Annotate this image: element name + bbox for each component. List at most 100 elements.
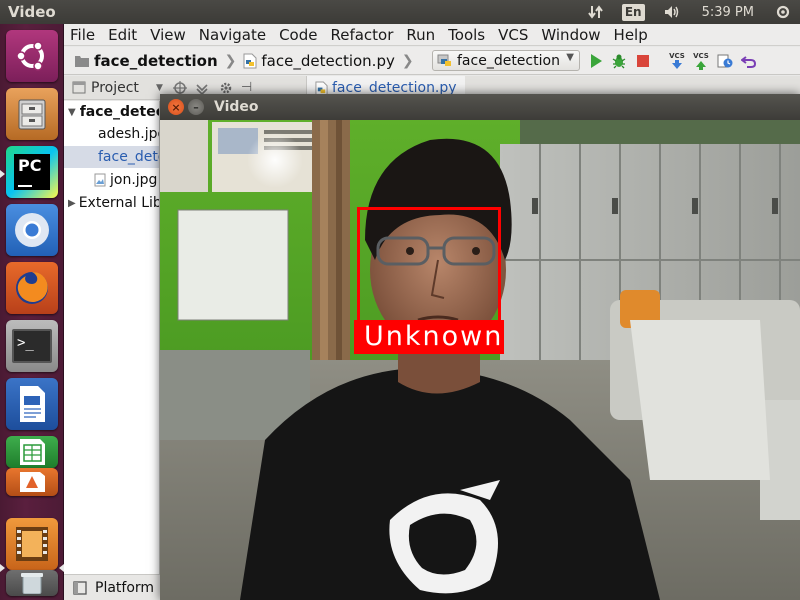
close-icon: × (171, 100, 181, 114)
network-indicator[interactable] (579, 0, 613, 24)
libreoffice-impress-icon (20, 472, 45, 492)
menu-run[interactable]: Run (400, 26, 442, 44)
tree-file-face-detection[interactable]: face_detection.py (64, 146, 159, 168)
menu-bar: File Edit View Navigate Code Refactor Ru… (64, 24, 800, 46)
speaker-icon (664, 6, 678, 18)
network-arrows-icon (588, 5, 603, 19)
top-panel: Video En 5:39 PM (0, 0, 800, 24)
terminal-icon: >_ (12, 329, 52, 363)
project-tool-window-tab[interactable]: Project (64, 76, 156, 100)
panel-toggle-icon (73, 580, 87, 595)
menu-window[interactable]: Window (535, 26, 607, 44)
menu-view[interactable]: View (144, 26, 193, 44)
collapse-all-icon[interactable] (195, 81, 209, 95)
menu-edit[interactable]: Edit (102, 26, 144, 44)
breadcrumb-file-label: face_detection.py (261, 51, 395, 70)
settings-gear-icon[interactable] (219, 81, 233, 95)
launcher-terminal[interactable]: >_ (6, 320, 58, 372)
file-cabinet-icon (18, 99, 46, 130)
tree-file-label: face_detection.py (98, 149, 159, 165)
run-configuration-label: face_detection (457, 52, 560, 69)
menu-vcs[interactable]: VCS (492, 26, 535, 44)
sound-indicator[interactable] (654, 0, 690, 24)
tree-file-label: adesh.jpg (98, 126, 160, 142)
stop-button[interactable] (634, 52, 652, 70)
vcs-update-button[interactable]: VCS (666, 52, 688, 70)
launcher-dash-home[interactable] (6, 30, 58, 82)
minimize-icon: – (193, 100, 199, 114)
sync-target-icon[interactable] (172, 80, 187, 95)
menu-file[interactable]: File (64, 26, 102, 44)
run-configuration-select[interactable]: face_detection ▼ (432, 50, 580, 71)
menu-refactor[interactable]: Refactor (324, 26, 400, 44)
face-identity-label: Unknown (354, 320, 504, 354)
trash-icon (21, 573, 43, 594)
launcher-firefox[interactable] (6, 262, 58, 314)
webcam-image (160, 120, 800, 600)
breadcrumb-file[interactable]: face_detection.py (239, 47, 398, 75)
vcs-commit-button[interactable]: VCS (690, 52, 712, 70)
dropdown-arrow-icon[interactable]: ▼ (156, 83, 163, 93)
libreoffice-calc-icon (20, 439, 45, 465)
session-indicator[interactable] (766, 0, 800, 24)
project-tree: ▼ face_detection adesh.jpg f (64, 101, 160, 581)
debug-button[interactable] (610, 52, 628, 70)
launcher-impress[interactable] (6, 468, 58, 496)
ubuntu-logo-icon (16, 41, 44, 71)
keyboard-layout-indicator[interactable]: En (613, 0, 654, 24)
video-window-title: Video (214, 99, 259, 115)
close-button[interactable]: × (168, 99, 184, 115)
navigation-bar: face_detection ❯ face_detection.py ❯ fac… (64, 47, 800, 75)
tree-root-label: face_detection (79, 104, 159, 120)
video-player-icon (16, 527, 48, 561)
webcam-frame: Unknown (160, 120, 800, 600)
breadcrumb-separator-icon: ❯ (401, 52, 414, 69)
menu-tools[interactable]: Tools (442, 26, 492, 44)
launcher-running-pip (0, 564, 5, 572)
breadcrumb-project-label: face_detection (94, 51, 218, 70)
revert-button[interactable] (740, 52, 758, 70)
expand-arrow-icon: ▶ (68, 197, 76, 209)
terminal-icon-prompt: >_ (17, 335, 34, 351)
hide-panel-icon[interactable]: ⊣ (241, 80, 252, 95)
launcher-chromium[interactable] (6, 204, 58, 256)
project-tab-label: Project (91, 79, 139, 96)
pycharm-icon-label: PC (18, 156, 42, 175)
stop-icon (637, 55, 649, 67)
folder-icon (75, 55, 89, 67)
libreoffice-writer-icon (20, 386, 45, 422)
active-window-title: Video (8, 3, 56, 21)
launcher-videos[interactable] (6, 518, 58, 570)
launcher-pycharm[interactable]: PC (6, 146, 58, 198)
keyboard-layout-badge: En (621, 3, 645, 21)
launcher-trash[interactable] (6, 570, 58, 596)
desktop: Video En 5:39 PM PC >_ File Edit View Na… (0, 0, 800, 600)
video-window: × – Video Unknown (160, 94, 800, 600)
menu-navigate[interactable]: Navigate (193, 26, 273, 44)
python-file-icon (243, 53, 257, 68)
launcher-calc[interactable] (6, 436, 58, 468)
bug-icon (612, 54, 626, 69)
tree-root-folder[interactable]: ▼ face_detection (64, 101, 159, 123)
tree-file-jon[interactable]: jon.jpg (64, 169, 159, 191)
minimize-button[interactable]: – (188, 99, 204, 115)
launcher-files[interactable] (6, 88, 58, 140)
menu-help[interactable]: Help (608, 26, 655, 44)
menu-code[interactable]: Code (273, 26, 324, 44)
clock[interactable]: 5:39 PM (690, 0, 766, 24)
pycharm-icon: PC (14, 154, 50, 190)
tree-file-adesh[interactable]: adesh.jpg (64, 123, 160, 145)
platform-label: Platform (95, 579, 155, 596)
arrow-down-icon (672, 59, 682, 69)
breadcrumb-separator-icon: ❯ (224, 52, 237, 69)
tree-external-libraries[interactable]: ▶ External Libraries (64, 192, 159, 214)
python-run-config-icon (437, 54, 451, 66)
video-window-titlebar[interactable]: × – Video (160, 94, 800, 120)
run-button[interactable] (587, 52, 605, 70)
platform-tool-window-button[interactable]: Platform (64, 580, 154, 596)
vcs-history-button[interactable] (716, 52, 734, 70)
breadcrumb-project[interactable]: face_detection (64, 47, 222, 75)
tree-external-label: External Libraries (78, 195, 159, 211)
power-gear-icon (776, 5, 790, 19)
launcher-writer[interactable] (6, 378, 58, 430)
